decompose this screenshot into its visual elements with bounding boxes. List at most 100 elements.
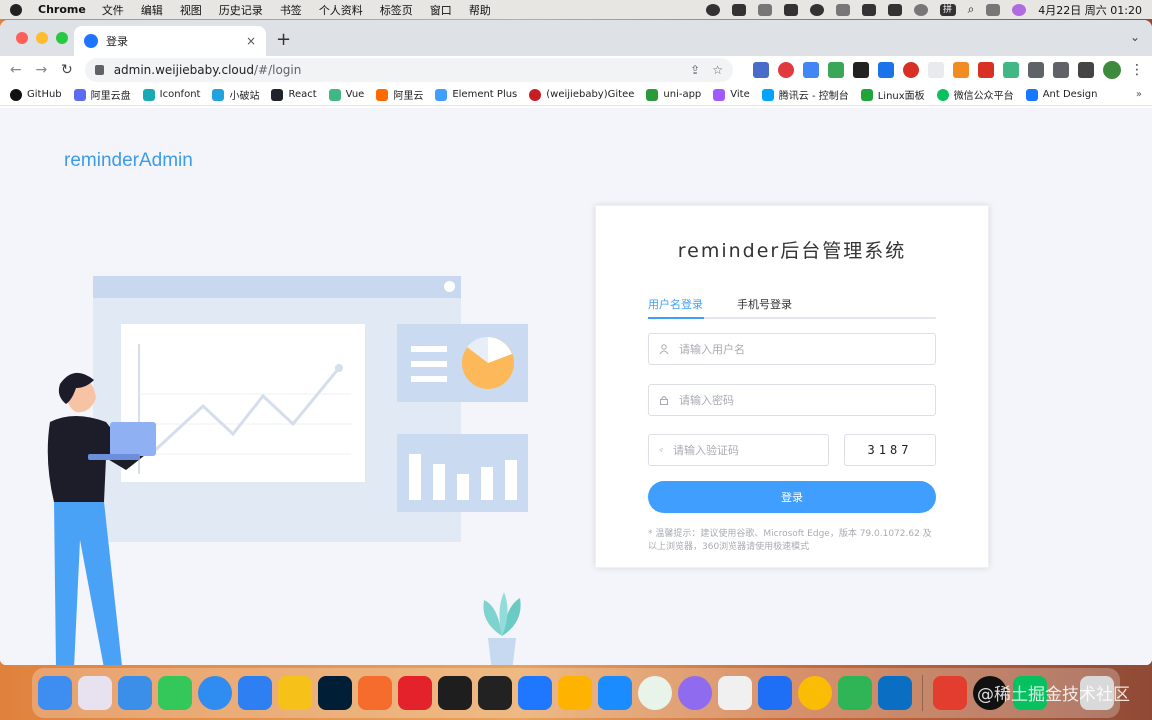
bookmark-gitee[interactable]: (weijiebaby)Gitee <box>529 88 634 101</box>
captcha-image[interactable]: 3187 <box>844 434 936 466</box>
username-field[interactable] <box>648 333 936 365</box>
captcha-input[interactable] <box>673 443 818 457</box>
bookmark-vue[interactable]: Vue <box>328 88 364 101</box>
lanhu-icon[interactable] <box>518 676 552 710</box>
battery-monitor-icon[interactable] <box>861 3 876 16</box>
wps-status-icon[interactable] <box>731 3 746 16</box>
vue-devtools-icon[interactable] <box>1003 62 1019 78</box>
tab-search-chevron-icon[interactable]: ⌄ <box>1130 30 1140 44</box>
menubar-item-help[interactable]: 帮助 <box>469 2 491 18</box>
bookmark-github[interactable]: GitHub <box>10 88 62 101</box>
activity-monitor-icon[interactable] <box>478 676 512 710</box>
mail-icon[interactable] <box>118 676 152 710</box>
reload-icon[interactable]: ↻ <box>59 62 75 78</box>
username-input[interactable] <box>679 342 925 356</box>
facetime-icon[interactable] <box>158 676 192 710</box>
dingtalk-doc-icon[interactable] <box>598 676 632 710</box>
tab-close-icon[interactable]: × <box>246 34 256 48</box>
chart-app-icon[interactable] <box>718 676 752 710</box>
battery-icon[interactable] <box>887 3 902 16</box>
brand-logo[interactable]: reminderAdmin <box>64 150 193 172</box>
menubar-item-edit[interactable]: 编辑 <box>141 2 163 18</box>
colorful-app-icon[interactable] <box>678 676 712 710</box>
bookmark-aliyunpan[interactable]: 阿里云盘 <box>73 87 131 102</box>
address-url[interactable]: admin.weijiebaby.cloud/#/login <box>114 63 678 77</box>
sketch-icon[interactable] <box>558 676 592 710</box>
chat-app-icon[interactable] <box>638 676 672 710</box>
tab-phone-login[interactable]: 手机号登录 <box>737 296 792 312</box>
wifi-icon[interactable] <box>913 3 928 16</box>
bookmark-tencent-cloud[interactable]: 腾讯云 - 控制台 <box>761 87 849 102</box>
launchpad-icon[interactable] <box>78 676 112 710</box>
password-input[interactable] <box>679 393 925 407</box>
off-extension-icon[interactable] <box>828 62 844 78</box>
fe-extension-icon[interactable] <box>978 62 994 78</box>
translate-extension-icon[interactable] <box>803 62 819 78</box>
network-app-icon[interactable] <box>238 676 272 710</box>
bookmark-wechat-mp[interactable]: 微信公众平台 <box>936 87 1014 102</box>
tab-username-login[interactable]: 用户名登录 <box>648 296 703 312</box>
vscode-icon[interactable] <box>878 676 912 710</box>
pen-app-icon[interactable] <box>358 676 392 710</box>
new-tab-button[interactable]: + <box>276 29 291 50</box>
puzzle-icon[interactable] <box>1053 62 1069 78</box>
menubar-item-file[interactable]: 文件 <box>102 2 124 18</box>
menubar-app-name[interactable]: Chrome <box>38 3 86 16</box>
adblock-extension-icon[interactable] <box>778 62 794 78</box>
hexagon-app-icon[interactable] <box>278 676 312 710</box>
share-icon[interactable]: ⇪ <box>690 63 700 77</box>
bookmark-aliyun[interactable]: 阿里云 <box>376 87 423 102</box>
bookmark-linux-panel[interactable]: Linux面板 <box>860 87 925 102</box>
close-window-button[interactable] <box>16 32 28 44</box>
hbuilder-icon[interactable] <box>838 676 872 710</box>
chrome-icon[interactable] <box>798 676 832 710</box>
mask-extension-icon[interactable] <box>853 62 869 78</box>
menubar-item-window[interactable]: 窗口 <box>430 2 452 18</box>
wps-icon[interactable] <box>933 676 967 710</box>
forward-arrow-icon[interactable]: → <box>34 62 50 78</box>
screenshot-status-icon[interactable] <box>757 3 772 16</box>
bookmark-iconfont[interactable]: Iconfont <box>142 88 200 101</box>
bookmark-ant-design[interactable]: Ant Design <box>1025 88 1098 101</box>
menubar-item-history[interactable]: 历史记录 <box>219 2 263 18</box>
bookmark-bilibili[interactable]: 小破站 <box>212 87 259 102</box>
terminal-icon[interactable] <box>438 676 472 710</box>
video-status-icon[interactable] <box>783 3 798 16</box>
control-center-icon[interactable] <box>986 3 1001 16</box>
bookmark-vite[interactable]: Vite <box>713 88 750 101</box>
wechat-status-icon[interactable] <box>705 3 720 16</box>
block-extension-icon[interactable] <box>903 62 919 78</box>
menubar-clock[interactable]: 4月22日 周六 01:20 <box>1038 2 1142 18</box>
spotlight-search-icon[interactable]: ⌕ <box>968 2 975 17</box>
qq-status-icon[interactable] <box>809 3 824 16</box>
more-menu-icon[interactable]: ⋮ <box>1130 62 1144 78</box>
captcha-field[interactable] <box>648 434 829 466</box>
feishu-icon[interactable] <box>758 676 792 710</box>
apple-icon[interactable] <box>10 3 22 16</box>
bookmark-element-plus[interactable]: Element Plus <box>435 88 517 101</box>
vpn-status-icon[interactable] <box>835 3 850 16</box>
profile-avatar[interactable] <box>1103 61 1121 79</box>
blank-extension-icon[interactable] <box>928 62 944 78</box>
bookmark-uniapp[interactable]: uni-app <box>646 88 701 101</box>
save-extension-icon[interactable] <box>753 62 769 78</box>
menubar-item-bookmarks[interactable]: 书签 <box>280 2 302 18</box>
safari-icon[interactable] <box>198 676 232 710</box>
bookmarks-overflow-button[interactable]: » <box>1136 89 1142 100</box>
password-field[interactable] <box>648 384 936 416</box>
zoom-window-button[interactable] <box>56 32 68 44</box>
side-panel-icon[interactable] <box>1078 62 1094 78</box>
photoshop-icon[interactable] <box>318 676 352 710</box>
siri-icon[interactable] <box>1012 3 1027 16</box>
bookmark-react[interactable]: React <box>271 88 317 101</box>
tag-extension-icon[interactable] <box>878 62 894 78</box>
minimize-window-button[interactable] <box>36 32 48 44</box>
extension-manager-icon[interactable] <box>1028 62 1044 78</box>
login-button[interactable]: 登录 <box>648 481 936 513</box>
bookmark-star-icon[interactable]: ☆ <box>712 63 723 77</box>
menubar-item-view[interactable]: 视图 <box>180 2 202 18</box>
menubar-item-profile[interactable]: 个人资料 <box>319 2 363 18</box>
glasses-extension-icon[interactable] <box>953 62 969 78</box>
menubar-item-tabs[interactable]: 标签页 <box>380 2 413 18</box>
input-method-icon[interactable]: 拼 <box>939 3 956 16</box>
